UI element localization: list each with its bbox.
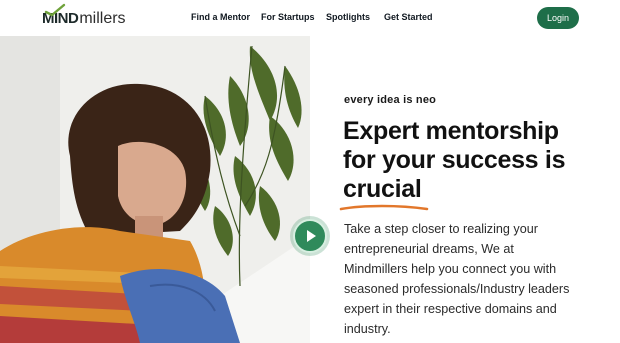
nav-find-a-mentor[interactable]: Find a Mentor — [191, 12, 250, 22]
headline-highlight: crucial — [339, 175, 429, 211]
nav-spotlights[interactable]: Spotlights — [326, 12, 370, 22]
description-line: seasoned professionals/Industry leaders — [344, 282, 570, 296]
description-line: industry. — [344, 322, 391, 336]
hero-tagline: every idea is neo — [344, 94, 437, 106]
underline-swoosh-icon — [339, 204, 429, 211]
hero-description: Take a step closer to realizing your ent… — [344, 219, 614, 339]
navbar: MIND millers Find a Mentor For Startups … — [0, 0, 620, 36]
nav-for-startups[interactable]: For Startups — [261, 12, 315, 22]
headline-line-2: for your success is — [343, 146, 566, 174]
hero-image — [0, 36, 310, 343]
description-line: Take a step closer to realizing your — [344, 222, 538, 236]
woman-with-plant-illustration — [0, 36, 310, 343]
headline-line-3: crucial — [339, 175, 613, 211]
play-video-button[interactable] — [293, 219, 327, 253]
hero-headline: Expert mentorship for your success is cr… — [339, 117, 613, 211]
play-icon — [307, 230, 316, 242]
login-button[interactable]: Login — [537, 7, 579, 29]
headline-highlight-word: crucial — [343, 175, 422, 203]
logo-check-icon — [44, 3, 66, 17]
logo-part-millers: millers — [79, 10, 126, 27]
nav-get-started[interactable]: Get Started — [384, 12, 433, 22]
description-line: Mindmillers help you connect you with — [344, 262, 557, 276]
description-line: entrepreneurial dreams, We at — [344, 242, 514, 256]
description-line: expert in their respective domains and — [344, 302, 557, 316]
headline-line-1: Expert mentorship — [343, 117, 559, 145]
